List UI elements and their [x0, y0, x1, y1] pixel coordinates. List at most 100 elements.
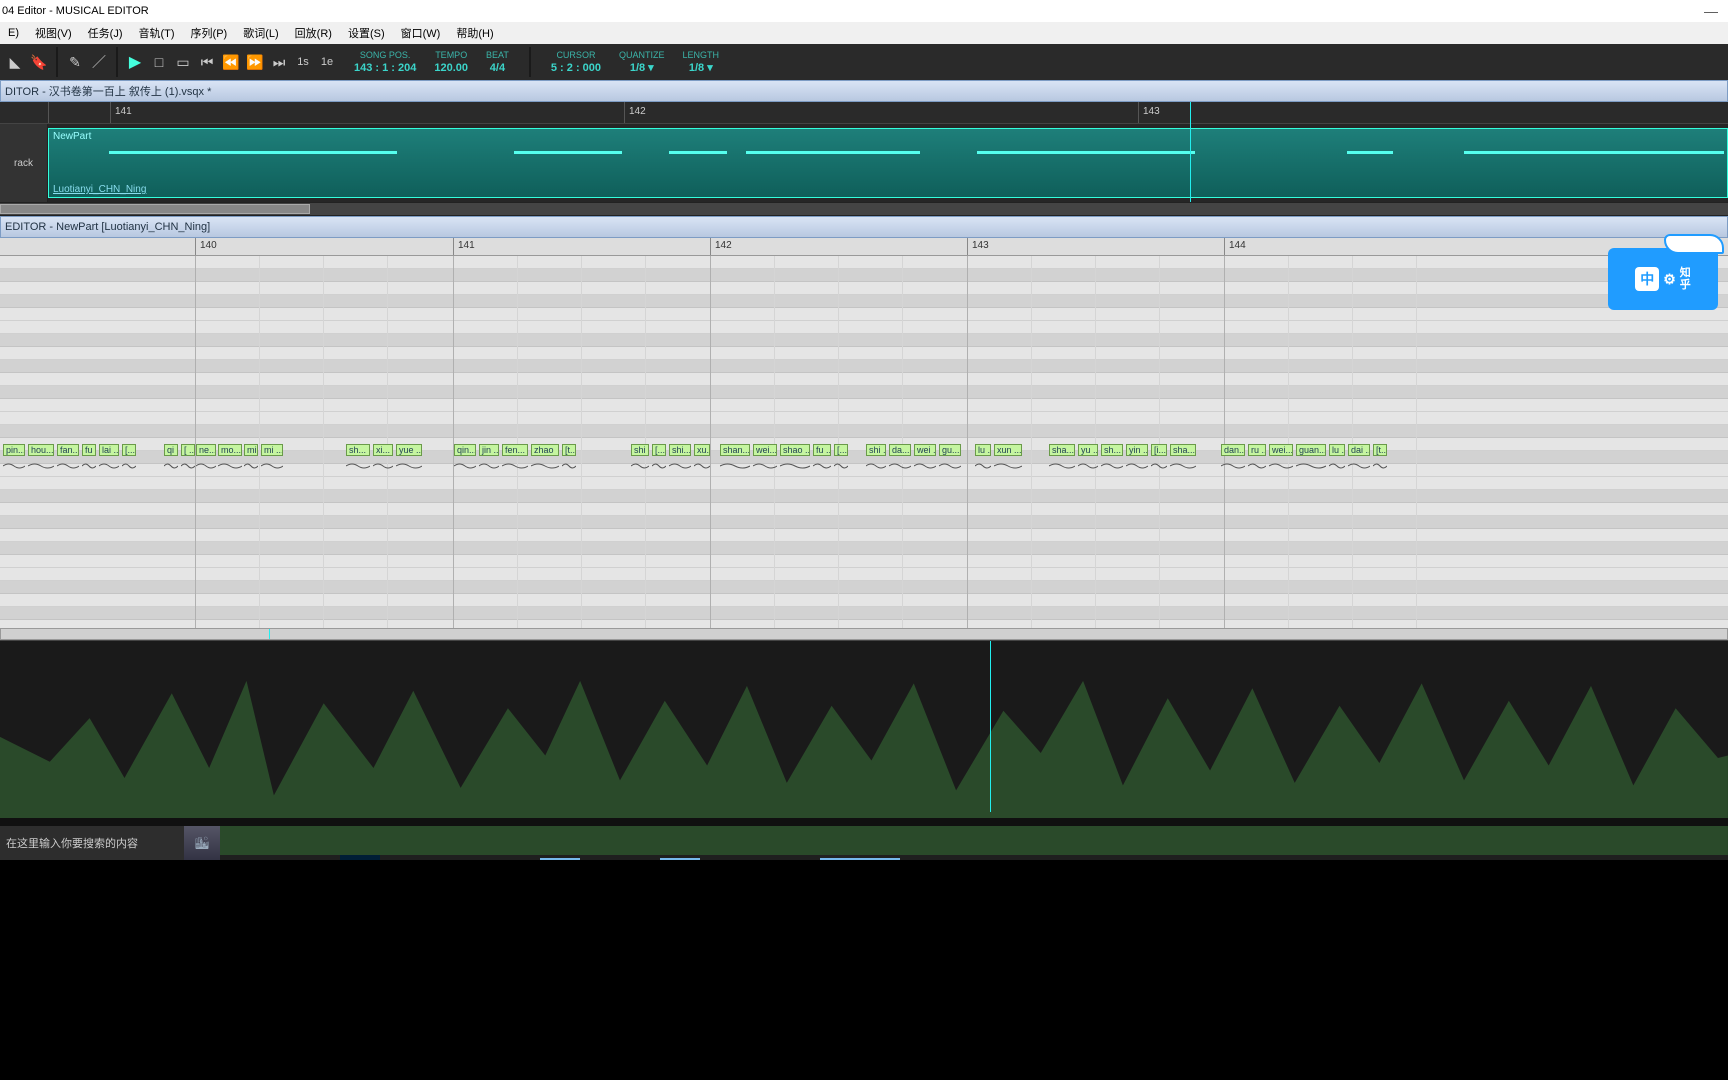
note[interactable]: hou...: [28, 444, 54, 456]
marker-end-icon[interactable]: 1e: [316, 51, 338, 73]
note[interactable]: xu...: [694, 444, 710, 456]
note[interactable]: yin ...: [1126, 444, 1148, 456]
note[interactable]: guan...: [1296, 444, 1326, 456]
note[interactable]: xun ...: [994, 444, 1022, 456]
note[interactable]: [t...: [1373, 444, 1387, 456]
beat-label: BEAT: [486, 49, 509, 61]
note[interactable]: shi ...: [866, 444, 886, 456]
note[interactable]: shi ...: [631, 444, 649, 456]
menu-file[interactable]: E): [0, 27, 27, 39]
track-ruler[interactable]: 141 142 143: [0, 102, 1728, 124]
note[interactable]: fu ...: [82, 444, 96, 456]
parameter-area[interactable]: [0, 640, 1728, 812]
track-scrollbar[interactable]: [0, 202, 1728, 216]
stop-button[interactable]: □: [148, 51, 170, 73]
note[interactable]: sha...: [1049, 444, 1075, 456]
note[interactable]: dan...: [1221, 444, 1245, 456]
note[interactable]: shao ...: [780, 444, 810, 456]
line-tool-icon[interactable]: ／: [88, 51, 110, 73]
waveform-segment: [746, 151, 920, 154]
note[interactable]: [ ...: [181, 444, 195, 456]
note[interactable]: yue ...: [396, 444, 422, 456]
menu-view[interactable]: 视图(V): [27, 25, 80, 41]
note[interactable]: [...: [122, 444, 136, 456]
note[interactable]: sh...: [1101, 444, 1123, 456]
explorer-peek[interactable]: [0, 818, 1728, 826]
piano-grid[interactable]: pin...hou...fan...fu ...lai ...[...qi ..…: [0, 256, 1728, 628]
note[interactable]: shi...: [669, 444, 691, 456]
playhead[interactable]: [1190, 102, 1191, 202]
note[interactable]: wei...: [753, 444, 777, 456]
note[interactable]: shan...: [720, 444, 750, 456]
part-singer[interactable]: Luotianyi_CHN_Ning: [53, 184, 146, 195]
note[interactable]: qi ...: [164, 444, 178, 456]
zhihu-watermark: 中 ⚙ 知乎: [1608, 248, 1718, 310]
info-panel: SONG POS.143 : 1 : 204 TEMPO120.00 BEAT4…: [354, 49, 509, 75]
note[interactable]: lu ...: [1329, 444, 1345, 456]
tag-tool-icon[interactable]: 🔖: [28, 51, 50, 73]
note[interactable]: [...: [834, 444, 848, 456]
menubar: E) 视图(V) 任务(J) 音轨(T) 序列(P) 歌词(L) 回放(R) 设…: [0, 22, 1728, 44]
menu-track[interactable]: 音轨(T): [131, 25, 183, 41]
menu-settings[interactable]: 设置(S): [340, 25, 393, 41]
skip-start-icon[interactable]: ⏮: [196, 51, 218, 73]
menu-task[interactable]: 任务(J): [80, 25, 131, 41]
menu-help[interactable]: 帮助(H): [448, 25, 501, 41]
scrollbar-thumb[interactable]: [0, 204, 310, 214]
menu-playback[interactable]: 回放(R): [287, 25, 340, 41]
waveform-segment: [514, 151, 622, 154]
note[interactable]: [...: [652, 444, 666, 456]
note[interactable]: lu ...: [975, 444, 991, 456]
note[interactable]: fen...: [502, 444, 528, 456]
loop-button[interactable]: ▭: [172, 51, 194, 73]
note[interactable]: sha...: [1170, 444, 1196, 456]
quantize-value[interactable]: 1/8 ▾: [630, 61, 654, 75]
waveform-segment: [669, 151, 727, 154]
note[interactable]: gu...: [939, 444, 961, 456]
piano-ruler[interactable]: 140 141 142 143 144: [0, 238, 1728, 256]
note[interactable]: lai ...: [99, 444, 119, 456]
menu-window[interactable]: 窗口(W): [393, 25, 449, 41]
note[interactable]: sh...: [346, 444, 370, 456]
note[interactable]: qin...: [454, 444, 476, 456]
note[interactable]: [t...: [562, 444, 576, 456]
search-input[interactable]: 在这里输入你要搜索的内容 🏙: [0, 826, 220, 860]
note[interactable]: yu ...: [1078, 444, 1098, 456]
note[interactable]: mo...: [218, 444, 242, 456]
note[interactable]: fan...: [57, 444, 79, 456]
play-button[interactable]: ▶: [124, 51, 146, 73]
marker-start-icon[interactable]: 1s: [292, 51, 314, 73]
note[interactable]: xi...: [373, 444, 393, 456]
rewind-icon[interactable]: ⏪: [220, 51, 242, 73]
waveform-segment: [109, 151, 397, 154]
beat-value: 4/4: [490, 61, 505, 75]
note[interactable]: fu ...: [813, 444, 831, 456]
forward-icon[interactable]: ⏩: [244, 51, 266, 73]
track-header[interactable]: rack: [0, 124, 48, 202]
pencil-tool-icon[interactable]: ✎: [64, 51, 86, 73]
note[interactable]: wei...: [1269, 444, 1293, 456]
piano-roll[interactable]: 140 141 142 143 144 pin...hou...fan...fu…: [0, 238, 1728, 628]
note[interactable]: jin ...: [479, 444, 499, 456]
length-value[interactable]: 1/8 ▾: [689, 61, 713, 75]
note[interactable]: zhao: [531, 444, 559, 456]
part-name: NewPart: [49, 129, 1727, 144]
piano-scrollbar[interactable]: [0, 628, 1728, 640]
note[interactable]: mi: [244, 444, 258, 456]
skip-end-icon[interactable]: ⏭: [268, 51, 290, 73]
menu-lyric[interactable]: 歌词(L): [235, 25, 286, 41]
note[interactable]: da...: [889, 444, 911, 456]
note[interactable]: dai ...: [1348, 444, 1370, 456]
note[interactable]: ru ...: [1248, 444, 1266, 456]
track-body[interactable]: NewPart Luotianyi_CHN_Ning: [48, 124, 1728, 202]
minimize-icon[interactable]: —: [1704, 3, 1718, 19]
note[interactable]: [i...: [1151, 444, 1167, 456]
menu-sequence[interactable]: 序列(P): [183, 25, 236, 41]
track-area[interactable]: 141 142 143 rack NewPart Luotianyi_CHN_N…: [0, 102, 1728, 202]
note[interactable]: wei ...: [914, 444, 936, 456]
track-part[interactable]: NewPart Luotianyi_CHN_Ning: [48, 128, 1728, 198]
note[interactable]: pin...: [3, 444, 25, 456]
pointer-tool-icon[interactable]: ◣: [4, 51, 26, 73]
note[interactable]: mi ...: [261, 444, 283, 456]
note[interactable]: ne...: [196, 444, 216, 456]
